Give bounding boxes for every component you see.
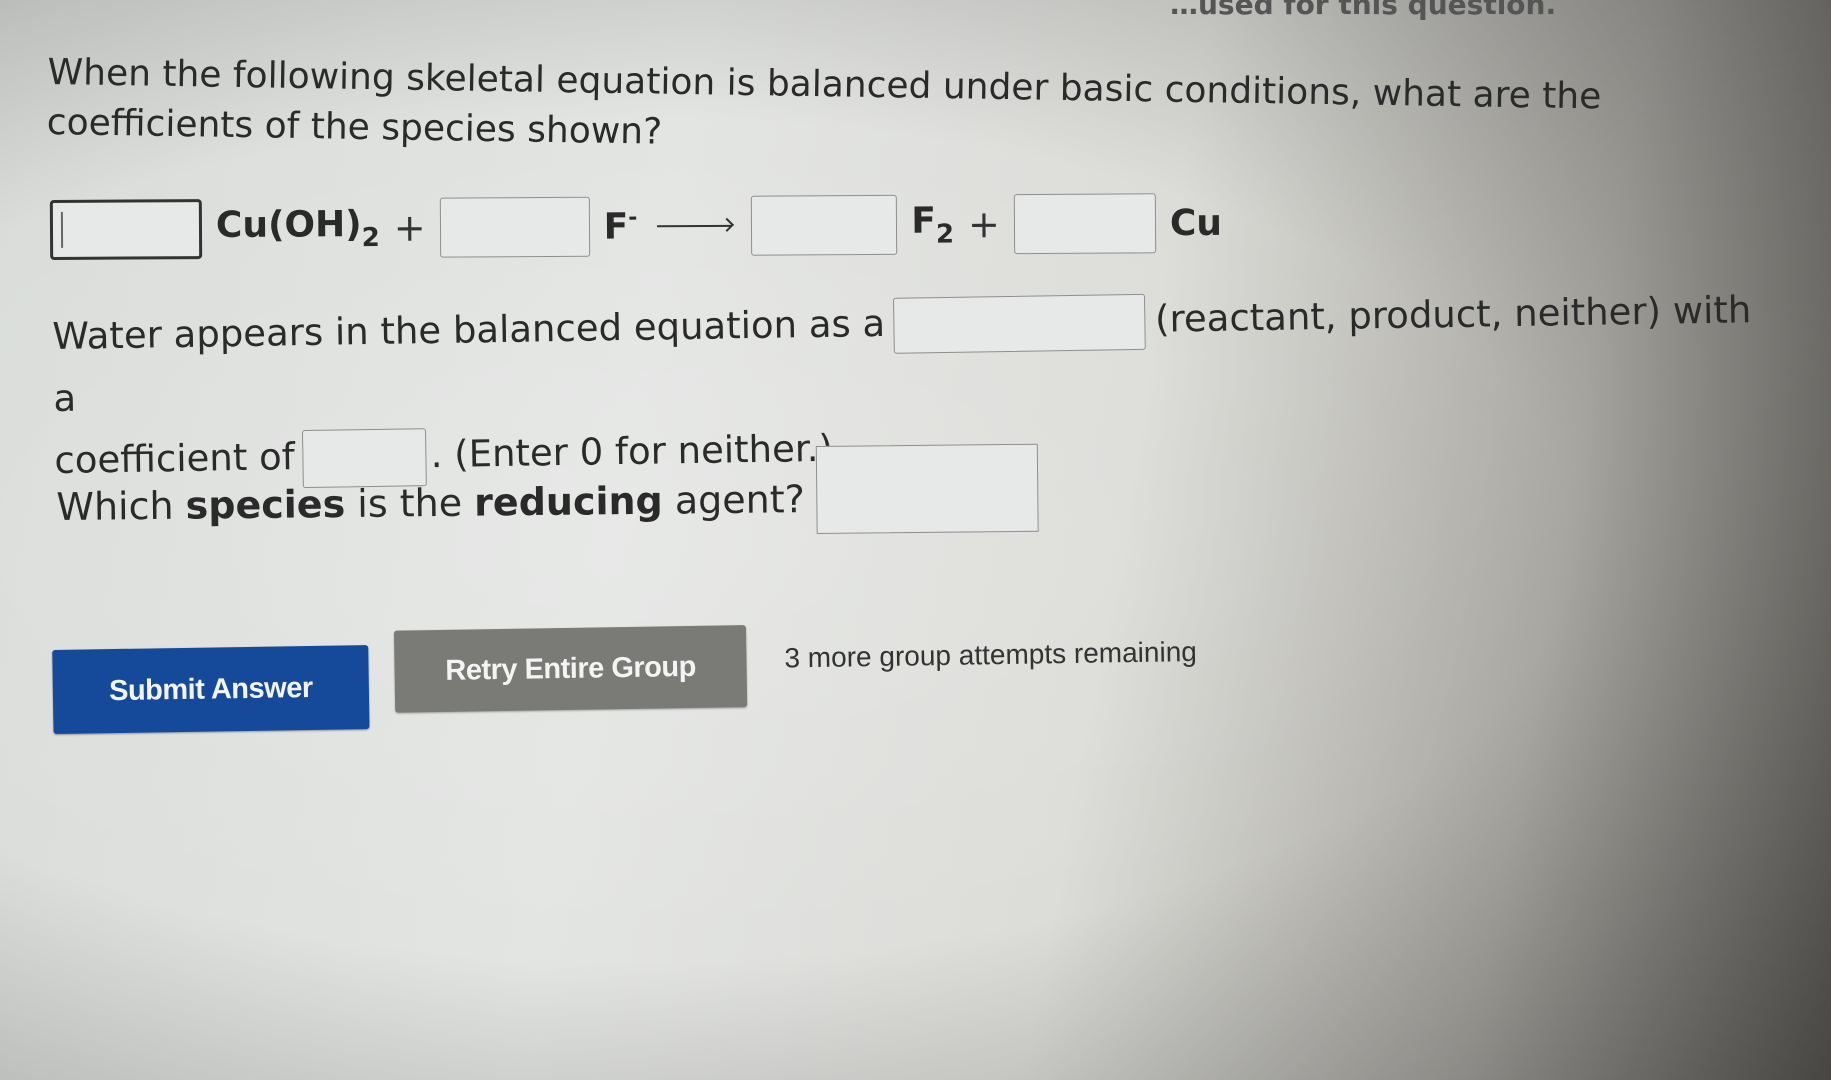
water-text-before: Water appears in the balanced equation a…	[52, 301, 886, 358]
retry-entire-group-button[interactable]: Retry Entire Group	[393, 625, 748, 713]
header-cutoff-text: …used for this question.	[1170, 0, 1557, 21]
text-caret	[60, 211, 64, 248]
plus-sign: +	[393, 205, 426, 250]
coefficient-input-fluoride[interactable]	[439, 196, 590, 258]
plus-sign: +	[967, 202, 1001, 247]
agent-bold-reducing: reducing	[473, 478, 663, 525]
attempts-remaining-text: 3 more group attempts remaining	[784, 636, 1198, 674]
agent-text-2: is the	[357, 480, 463, 526]
species-cuoh2: Cu(OH)2	[215, 203, 380, 253]
water-role-input[interactable]	[892, 293, 1146, 354]
species-f2: F2	[911, 200, 955, 250]
species-fluoride: F-	[603, 205, 638, 248]
reducing-agent-question: Which species is the reducing agent?	[56, 443, 1040, 542]
coefficient-input-cu[interactable]	[1013, 193, 1157, 255]
coefficient-input-f2[interactable]	[751, 194, 898, 256]
agent-text-1: Which	[56, 483, 174, 529]
right-arrow-icon	[657, 224, 732, 228]
agent-text-3: agent?	[674, 477, 806, 523]
reducing-agent-input[interactable]	[816, 443, 1040, 535]
species-cu: Cu	[1169, 202, 1223, 244]
action-bar: Submit Answer Retry Entire Group 3 more …	[52, 618, 1198, 734]
question-prompt: When the following skeletal equation is …	[46, 51, 1602, 153]
coefficient-input-cuoh2[interactable]	[49, 199, 203, 260]
skeletal-equation: Cu(OH)2 + F- F2 + Cu	[49, 193, 1223, 260]
submit-answer-button[interactable]: Submit Answer	[52, 645, 370, 734]
agent-bold-species: species	[185, 481, 346, 528]
